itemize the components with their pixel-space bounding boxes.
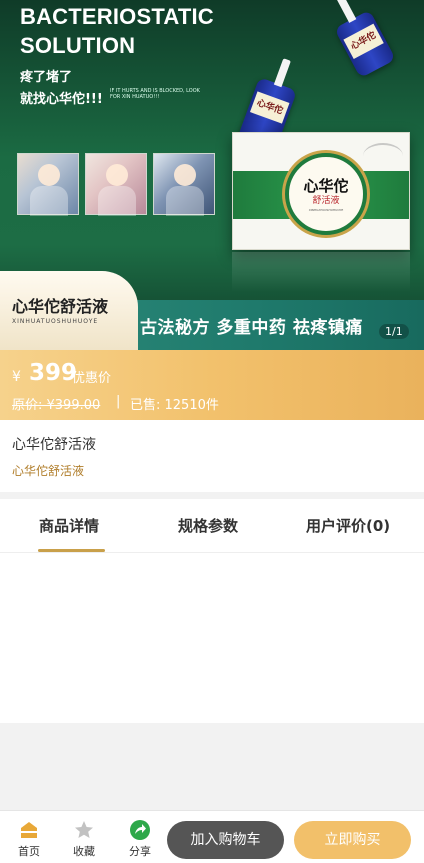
banner-title-line-1: BACTERIOSTATIC — [20, 4, 214, 29]
tab-details[interactable]: 商品详情 — [39, 515, 99, 536]
nav-home[interactable]: 首页 — [9, 819, 49, 859]
box-subtitle: 舒活液 — [312, 196, 340, 206]
box-reflection — [232, 252, 410, 292]
bottom-action-bar: 首页 收藏 分享 加入购物车 立即购买 — [0, 810, 424, 863]
add-to-cart-button[interactable]: 加入购物车 — [167, 821, 284, 859]
original-price: 原价: ¥399.00 — [12, 398, 101, 413]
product-box-image: 心华佗 舒活液 XINHUATUOSHUHUOYE — [232, 132, 410, 250]
detail-content — [0, 553, 424, 723]
banner-slogan-1: 疼了堵了 — [20, 70, 73, 85]
product-title-section: 心华佗舒活液 心华佗舒活液 — [0, 420, 424, 492]
price-separator: | — [116, 394, 121, 409]
tab-reviews[interactable]: 用户评价(0) — [306, 515, 390, 536]
nav-share-label: 分享 — [129, 845, 151, 858]
share-icon — [130, 820, 150, 840]
banner-name-card: 心华佗舒活液 XINHUATUOSHUHUOYE — [0, 271, 138, 350]
banner-slogan-en: IF IT HURTS AND IS BLOCKED, LOOK FOR XIN… — [110, 88, 200, 100]
nav-favorite-label: 收藏 — [73, 845, 95, 858]
discount-tag: 优惠价 — [72, 371, 112, 386]
banner-pager: 1/1 — [379, 324, 409, 339]
star-icon — [75, 821, 93, 838]
buy-now-button[interactable]: 立即购买 — [294, 821, 411, 859]
banner-photo-elder — [85, 153, 147, 216]
product-title: 心华佗舒活液 — [12, 437, 96, 453]
bottle-image: 心华佗 — [334, 0, 396, 79]
tab-specs[interactable]: 规格参数 — [178, 515, 238, 536]
active-tab-indicator — [38, 549, 105, 552]
banner-title-en: BACTERIOSTATIC SOLUTION — [20, 2, 214, 60]
banner-slogan-2: 就找心华佗!!! — [20, 92, 103, 107]
currency-symbol: ¥ — [12, 369, 21, 385]
product-banner[interactable]: BACTERIOSTATIC SOLUTION 疼了堵了 就找心华佗!!! IF… — [0, 0, 424, 350]
banner-photo-knee — [17, 153, 79, 216]
product-page: BACTERIOSTATIC SOLUTION 疼了堵了 就找心华佗!!! IF… — [0, 0, 424, 863]
sale-price: 399 — [29, 360, 78, 386]
nav-favorite[interactable]: 收藏 — [64, 819, 104, 859]
box-small-text: XINHUATUOSHUHUOYE — [308, 208, 344, 212]
banner-product-name: 心华佗舒活液 — [12, 297, 109, 316]
sold-count: 已售: 12510件 — [130, 398, 219, 413]
banner-photo-back — [153, 153, 215, 216]
box-title: 心华佗 — [303, 177, 349, 195]
nav-home-label: 首页 — [18, 845, 40, 858]
price-strip: ¥ 399 优惠价 原价: ¥399.00 | 已售: 12510件 — [0, 350, 424, 420]
banner-product-pinyin: XINHUATUOSHUHUOYE — [12, 318, 99, 325]
nav-share[interactable]: 分享 — [120, 819, 160, 859]
banner-title-line-2: SOLUTION — [20, 33, 136, 58]
product-subtitle: 心华佗舒活液 — [12, 464, 85, 478]
detail-tabs: 商品详情 规格参数 用户评价(0) — [0, 499, 424, 553]
home-icon — [21, 822, 37, 838]
banner-ribbon-text: 古法秘方 多重中药 祛疼镇痛 — [140, 318, 363, 338]
